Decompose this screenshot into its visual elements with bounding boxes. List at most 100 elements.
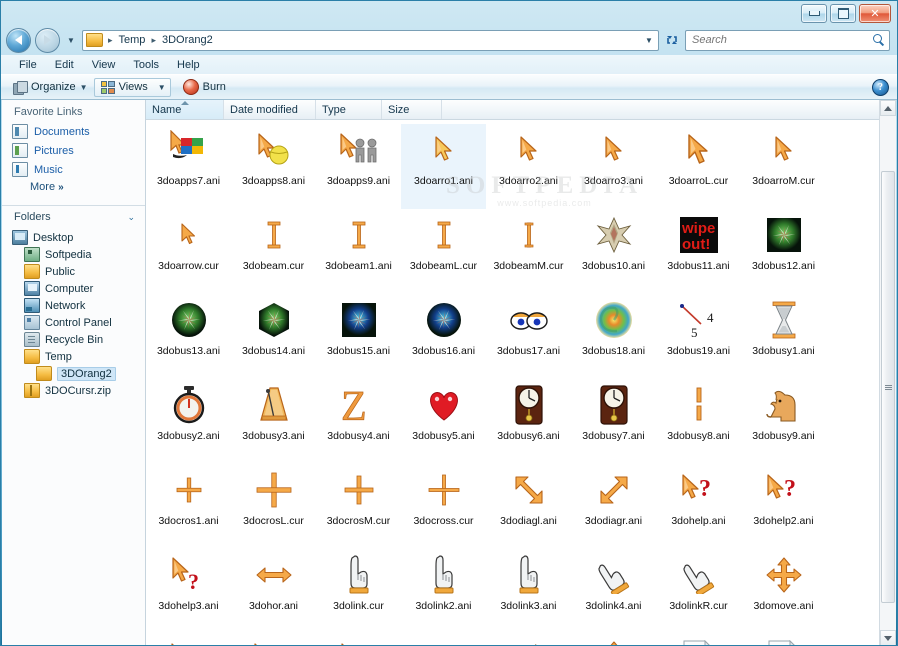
column-header-type[interactable]: Type <box>316 100 382 119</box>
refresh-button[interactable] <box>663 34 681 47</box>
help-button[interactable]: ? <box>872 79 889 96</box>
file-item[interactable]: 3doarroM.cur <box>741 124 826 209</box>
back-button[interactable] <box>6 27 31 53</box>
maximize-button[interactable] <box>830 4 856 23</box>
sidebar-item-pictures[interactable]: Pictures <box>2 141 145 160</box>
column-header-name[interactable]: Name <box>146 100 224 119</box>
views-button[interactable]: Views <box>93 77 154 97</box>
file-item[interactable]: 3doarroL.cur <box>656 124 741 209</box>
file-item[interactable]: 3dobus12.ani <box>741 209 826 294</box>
menu-tools[interactable]: Tools <box>124 58 168 72</box>
menu-help[interactable]: Help <box>168 58 209 72</box>
file-item[interactable]: 3doarro3.ani <box>571 124 656 209</box>
breadcrumb-item-temp[interactable]: Temp <box>116 33 149 47</box>
tree-item-softpedia[interactable]: Softpedia <box>2 246 145 263</box>
file-item[interactable]: 3dobus14.ani <box>231 294 316 379</box>
close-button[interactable]: ✕ <box>859 4 891 23</box>
file-item[interactable]: 3docros1.ani <box>146 464 231 549</box>
organize-button[interactable]: Organize ▼ <box>7 79 94 96</box>
address-dropdown-icon[interactable]: ▼ <box>642 36 656 45</box>
views-dropdown-button[interactable]: ▼ <box>153 77 171 97</box>
file-item[interactable]: 3dobus15.ani <box>316 294 401 379</box>
file-item[interactable]: wipe out! 3dobus11.ani <box>656 209 741 294</box>
file-item[interactable]: 3dobeam1.ani <box>316 209 401 294</box>
column-header-size[interactable]: Size <box>382 100 442 119</box>
file-item[interactable]: 3doarro2.ani <box>486 124 571 209</box>
folders-header[interactable]: Folders ⌄ <box>2 206 145 228</box>
file-item[interactable]: 3dobusy7.ani <box>571 379 656 464</box>
tree-item-3docursr-zip[interactable]: 3DOCursr.zip <box>2 382 145 399</box>
file-item[interactable]: 3dobusy2.ani <box>146 379 231 464</box>
menu-edit[interactable]: Edit <box>46 58 83 72</box>
scrollbar-track[interactable] <box>880 116 896 630</box>
file-item[interactable]: 5 4 3dobus19.ani <box>656 294 741 379</box>
sidebar-item-documents[interactable]: Documents <box>2 122 145 141</box>
file-item[interactable]: 3dobus17.ani <box>486 294 571 379</box>
file-item[interactable]: 3dopen.ani <box>401 634 486 645</box>
file-item[interactable]: 3dobusy8.ani <box>656 379 741 464</box>
file-item[interactable]: INSTAL3O.... <box>741 634 826 645</box>
recent-locations-button[interactable]: ▼ <box>64 36 78 45</box>
file-item[interactable]: 3dopen2.ani <box>486 634 571 645</box>
menu-file[interactable]: File <box>10 58 46 72</box>
file-item[interactable]: 3dobeamL.cur <box>401 209 486 294</box>
tree-item-recycle-bin[interactable]: Recycle Bin <box>2 331 145 348</box>
file-item[interactable]: 3dolinkR.cur <box>656 549 741 634</box>
file-item[interactable]: ? 3dohelp3.ani <box>146 549 231 634</box>
scrollbar-thumb[interactable] <box>881 171 895 603</box>
file-item[interactable]: 3dodiagr.ani <box>571 464 656 549</box>
address-input[interactable]: ▸ Temp ▸ 3DOrang2 ▼ <box>82 29 659 51</box>
file-item[interactable]: 3doapps8.ani <box>231 124 316 209</box>
file-item[interactable]: ? 3dohelp.ani <box>656 464 741 549</box>
forward-button[interactable] <box>35 27 60 53</box>
file-item[interactable]: 3dobeam.cur <box>231 209 316 294</box>
tree-item-3dorang2[interactable]: 3DOrang2 <box>2 365 145 382</box>
file-item[interactable]: 3dobus16.ani <box>401 294 486 379</box>
file-item[interactable]: 3dobusy3.ani <box>231 379 316 464</box>
file-item[interactable]: 3dobusy6.ani <box>486 379 571 464</box>
file-item[interactable]: 3dohor.ani <box>231 549 316 634</box>
file-item[interactable]: 3dobus10.ani <box>571 209 656 294</box>
file-item[interactable]: ? 3dohelp2.ani <box>741 464 826 549</box>
tree-item-public[interactable]: Public <box>2 263 145 280</box>
file-item[interactable]: 3dobeamM.cur <box>486 209 571 294</box>
search-box[interactable] <box>685 29 890 51</box>
tree-item-desktop[interactable]: Desktop <box>2 229 145 246</box>
file-item[interactable]: 3doapps9.ani <box>316 124 401 209</box>
file-item[interactable]: Z 3dobusy4.ani <box>316 379 401 464</box>
file-item[interactable]: 3doarro1.ani <box>401 124 486 209</box>
file-item[interactable]: 3dovert.ani <box>571 634 656 645</box>
tree-item-computer[interactable]: Computer <box>2 280 145 297</box>
file-item[interactable]: file_id.diz <box>656 634 741 645</box>
file-item[interactable]: 3docrosL.cur <box>231 464 316 549</box>
file-item[interactable]: 3dono3.ani <box>316 634 401 645</box>
file-item[interactable]: 3docrosM.cur <box>316 464 401 549</box>
file-item[interactable]: 3doapps7.ani <box>146 124 231 209</box>
tree-item-network[interactable]: Network <box>2 297 145 314</box>
file-item[interactable]: 3dolink3.ani <box>486 549 571 634</box>
scroll-up-button[interactable] <box>880 100 896 116</box>
tree-item-temp[interactable]: Temp <box>2 348 145 365</box>
burn-button[interactable]: Burn <box>177 77 232 97</box>
column-header-date-modified[interactable]: Date modified <box>224 100 316 119</box>
scroll-down-button[interactable] <box>880 630 896 645</box>
file-item[interactable]: 3dolink2.ani <box>401 549 486 634</box>
file-item[interactable]: 3doarrow.cur <box>146 209 231 294</box>
file-item[interactable]: 3domove.ani <box>741 549 826 634</box>
file-item[interactable]: 3dobus13.ani <box>146 294 231 379</box>
file-item[interactable]: 3dobusy5.ani <box>401 379 486 464</box>
minimize-button[interactable] <box>801 4 827 23</box>
file-item[interactable]: 3dolink.cur <box>316 549 401 634</box>
file-item[interactable]: No3dono2.ani <box>231 634 316 645</box>
file-item[interactable]: 3dono.ani <box>146 634 231 645</box>
file-item[interactable]: 3dobusy1.ani <box>741 294 826 379</box>
file-item[interactable]: 3docross.cur <box>401 464 486 549</box>
breadcrumb-item-3dorang2[interactable]: 3DOrang2 <box>159 33 216 47</box>
file-item[interactable]: 3dodiagl.ani <box>486 464 571 549</box>
file-item[interactable]: 3dobus18.ani <box>571 294 656 379</box>
search-input[interactable] <box>690 33 873 47</box>
vertical-scrollbar[interactable] <box>879 100 896 645</box>
sidebar-more-button[interactable]: More » <box>2 179 145 199</box>
menu-view[interactable]: View <box>83 58 125 72</box>
file-item[interactable]: 3dobusy9.ani <box>741 379 826 464</box>
